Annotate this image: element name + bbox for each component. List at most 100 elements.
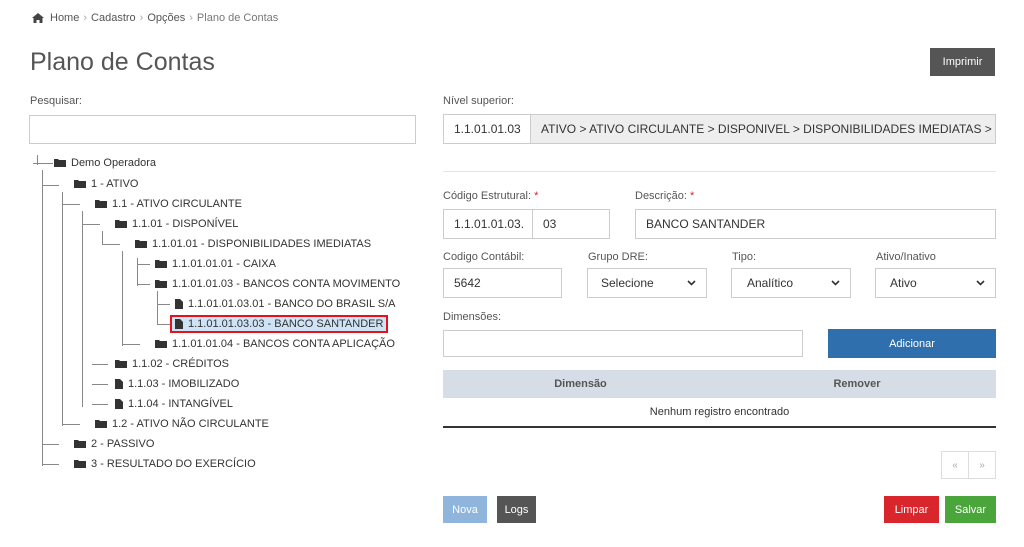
tree-node-resultado-do-exercicio[interactable]: 3 - RESULTADO DO EXERCÍCIO (74, 456, 256, 472)
folder-icon (74, 460, 86, 468)
tree-node-bancos-conta-aplicacao[interactable]: 1.1.01.01.04 - BANCOS CONTA APLICAÇÃO (155, 336, 395, 352)
breadcrumb-cadastro[interactable]: Cadastro (91, 12, 136, 24)
tree-connector (157, 304, 170, 305)
tree-node-label: 1.1.01.01.04 - BANCOS CONTA APLICAÇÃO (172, 338, 395, 350)
tree-connector (42, 170, 43, 466)
tree-node-imobilizado[interactable]: 1.1.03 - IMOBILIZADO (115, 376, 239, 392)
tree-connector (137, 264, 150, 265)
breadcrumb-separator: › (83, 12, 88, 24)
dimensoes-input[interactable] (443, 330, 803, 357)
tree-node-disponivel[interactable]: 1.1.01 - DISPONÍVEL (115, 216, 238, 232)
limpar-button[interactable]: Limpar (884, 496, 939, 523)
tree-connector (157, 291, 158, 325)
folder-icon (115, 220, 127, 228)
tree-node-disponibilidades-imediatas[interactable]: 1.1.01.01 - DISPONIBILIDADES IMEDIATAS (135, 236, 371, 252)
tree-node-creditos[interactable]: 1.1.02 - CRÉDITOS (115, 356, 229, 372)
codigo-estrutural-input[interactable]: 03 (533, 210, 609, 238)
folder-icon (115, 360, 127, 368)
page-title: Plano de Contas (30, 48, 215, 76)
tree-node-passivo[interactable]: 2 - PASSIVO (74, 436, 154, 452)
tree-connector (92, 404, 108, 405)
print-button[interactable]: Imprimir (930, 48, 995, 76)
tree-node-label: 1 - ATIVO (91, 178, 139, 190)
nivel-superior-field: 1.1.01.01.03 ATIVO > ATIVO CIRCULANTE > … (443, 114, 996, 144)
ativo-inativo-label: Ativo/Inativo (876, 251, 936, 263)
grupo-dre-value: Selecione (601, 276, 654, 290)
folder-icon (95, 420, 107, 428)
tree-node-banco-do-brasil[interactable]: 1.1.01.01.03.01 - BANCO DO BRASIL S/A (175, 296, 395, 312)
chevron-down-icon (831, 280, 840, 286)
descricao-input[interactable]: BANCO SANTANDER (635, 209, 996, 239)
tipo-select[interactable]: Analítico (731, 268, 851, 298)
chevron-down-icon (976, 280, 985, 286)
breadcrumb-separator: › (189, 12, 193, 24)
folder-icon (54, 159, 66, 167)
tree-node-label: 1.1.02 - CRÉDITOS (132, 358, 229, 370)
folder-icon (155, 340, 167, 348)
tree-connector (102, 231, 103, 245)
adicionar-button[interactable]: Adicionar (828, 329, 996, 358)
chevron-down-icon (687, 280, 696, 286)
descricao-label-text: Descrição: (635, 190, 687, 202)
tree-node-label: 1.1.03 - IMOBILIZADO (128, 378, 240, 390)
tree-node-ativo-circulante[interactable]: 1.1 - ATIVO CIRCULANTE (95, 196, 242, 212)
ativo-inativo-select[interactable]: Ativo (875, 268, 996, 298)
tree-node-label: 2 - PASSIVO (91, 438, 155, 450)
breadcrumb: Home › Cadastro › Opções › Plano de Cont… (32, 11, 278, 25)
home-icon[interactable] (32, 13, 44, 23)
folder-icon (74, 180, 86, 188)
tree-node-label: 1.1.01.01.01 - CAIXA (172, 258, 276, 270)
tree-connector (122, 251, 123, 346)
tipo-label: Tipo: (732, 251, 757, 263)
nova-button[interactable]: Nova (443, 496, 487, 523)
tree-node-ativo[interactable]: 1 - ATIVO (74, 176, 138, 192)
tree-node-ativo-nao-circulante[interactable]: 1.2 - ATIVO NÃO CIRCULANTE (95, 416, 269, 432)
tree-connector (42, 444, 59, 445)
pagination-next-button[interactable]: » (969, 452, 995, 478)
tree-node-label: 1.1.01.01.03.01 - BANCO DO BRASIL S/A (188, 298, 396, 310)
column-dimensao[interactable]: Dimensão (443, 378, 718, 390)
tree-node-label: 1.1.01.01 - DISPONIBILIDADES IMEDIATAS (152, 238, 372, 250)
tree-connector (137, 258, 138, 286)
tree-node-bancos-conta-movimento[interactable]: 1.1.01.01.03 - BANCOS CONTA MOVIMENTO (155, 276, 400, 292)
logs-button[interactable]: Logs (497, 496, 536, 523)
tree-connector (92, 384, 108, 385)
codigo-contabil-label: Codigo Contábil: (443, 251, 525, 263)
breadcrumb-home[interactable]: Home (50, 12, 79, 24)
tree-node-banco-santander[interactable]: 1.1.01.01.03.03 - BANCO SANTANDER (170, 315, 389, 333)
tree-connector (62, 424, 80, 425)
required-mark: * (690, 190, 695, 202)
grupo-dre-select[interactable]: Selecione (587, 268, 707, 298)
column-remover[interactable]: Remover (718, 378, 996, 390)
nivel-superior-path: ATIVO > ATIVO CIRCULANTE > DISPONIVEL > … (531, 115, 995, 143)
tree-node-label: 1.2 - ATIVO NÃO CIRCULANTE (112, 418, 269, 430)
grupo-dre-label: Grupo DRE: (588, 251, 648, 263)
tree-node-label: 1.1.01.01.03.03 - BANCO SANTANDER (188, 318, 384, 330)
breadcrumb-opcoes[interactable]: Opções (147, 12, 185, 24)
salvar-button[interactable]: Salvar (945, 496, 996, 523)
ativo-inativo-value: Ativo (890, 276, 917, 290)
breadcrumb-current: Plano de Contas (196, 12, 279, 24)
codigo-contabil-input[interactable]: 5642 (443, 268, 562, 298)
tree-node-demo-operadora[interactable]: Demo Operadora (54, 155, 156, 171)
tree-node-caixa[interactable]: 1.1.01.01.01 - CAIXA (155, 256, 276, 272)
pagination-prev-button[interactable]: « (942, 452, 969, 478)
nivel-superior-code: 1.1.01.01.03 (444, 115, 531, 143)
tree-connector (157, 324, 170, 325)
codigo-estrutural-label-text: Código Estrutural: (443, 190, 532, 202)
tree-connector (92, 364, 108, 365)
nivel-superior-label: Nível superior: (443, 95, 514, 107)
codigo-estrutural-prefix: 1.1.01.01.03. (444, 210, 533, 238)
codigo-estrutural-label: Código Estrutural: * (443, 190, 538, 202)
tree-connector (42, 185, 59, 186)
tree-node-intangivel[interactable]: 1.1.04 - INTANGÍVEL (115, 396, 233, 412)
tree-node-label: 3 - RESULTADO DO EXERCÍCIO (91, 458, 256, 470)
breadcrumb-separator: › (139, 12, 144, 24)
tree-node-label: 1.1.01.01.03 - BANCOS CONTA MOVIMENTO (172, 278, 401, 290)
tree-node-label: 1.1.04 - INTANGÍVEL (128, 398, 233, 410)
search-input[interactable] (29, 115, 416, 144)
tree-node-label: 1.1 - ATIVO CIRCULANTE (112, 198, 242, 210)
dimensoes-label: Dimensões: (443, 311, 502, 323)
tree-connector (82, 224, 100, 225)
tree-connector (42, 464, 59, 465)
